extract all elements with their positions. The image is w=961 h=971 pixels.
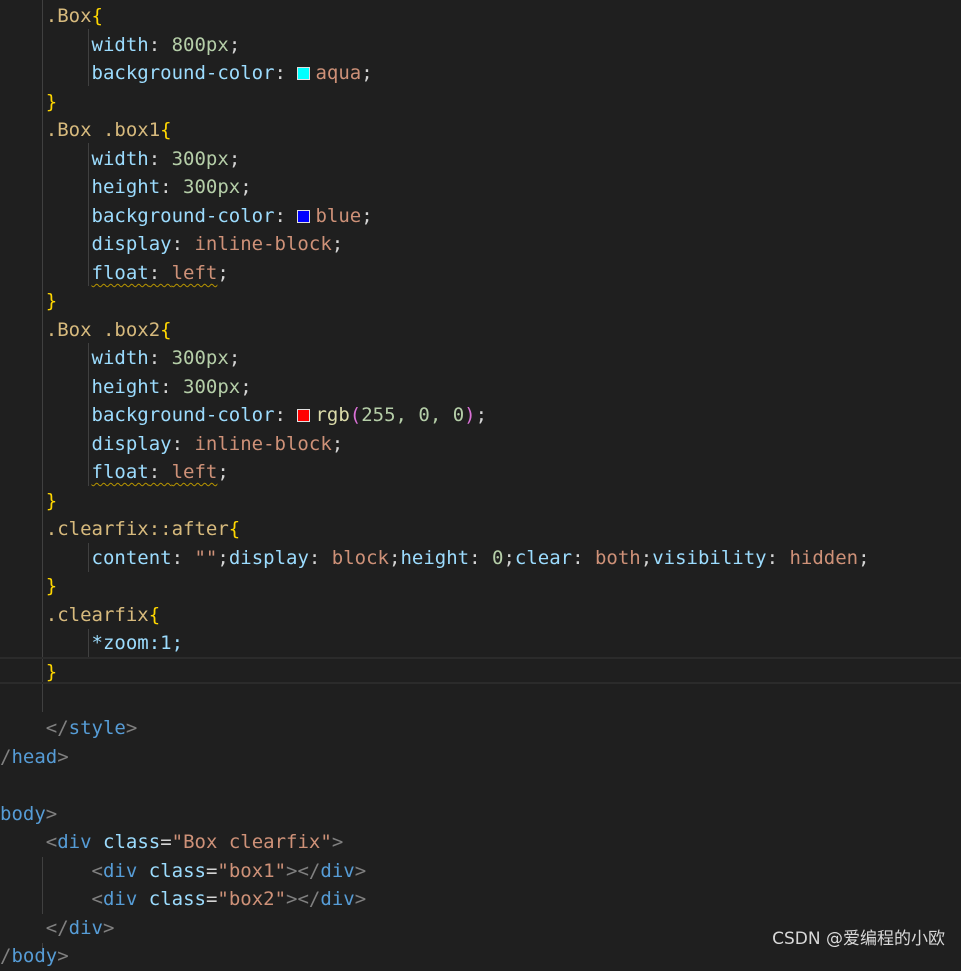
code-line: background-color: rgb(255, 0, 0);: [91, 404, 488, 426]
code-line: .Box .box1{: [45, 119, 172, 141]
code-line: }: [45, 91, 58, 113]
code-line: float: left;: [91, 461, 229, 483]
code-line: content: "";display: block;height: 0;cle…: [91, 547, 870, 569]
code-line: background-color: blue;: [91, 205, 373, 227]
color-swatch-aqua[interactable]: [297, 67, 311, 80]
watermark: CSDN @爱编程的小欧: [772, 929, 945, 949]
code-line: .Box{: [45, 5, 103, 27]
color-swatch-blue[interactable]: [297, 210, 311, 223]
code-line: width: 800px;: [91, 34, 241, 56]
code-line: <div class="box2"></div>: [91, 888, 367, 910]
css-selector: .clearfix: [45, 604, 149, 626]
code-line: }: [45, 490, 58, 512]
code-line: display: inline-block;: [91, 233, 344, 255]
code-line: }: [45, 575, 58, 597]
code-line: display: inline-block;: [91, 433, 344, 455]
css-selector: .Box .box2: [45, 319, 161, 341]
code-line: body>: [0, 803, 58, 825]
code-line: /head>: [0, 746, 69, 768]
css-selector: .clearfix::after: [45, 518, 229, 540]
code-line: .Box .box2{: [45, 319, 172, 341]
code-line: background-color: aqua;: [91, 62, 373, 84]
code-line: <div class="Box clearfix">: [45, 831, 344, 853]
color-swatch-red[interactable]: [297, 409, 311, 422]
code-line: height: 300px;: [91, 176, 252, 198]
css-selector: .Box .box1: [45, 119, 161, 141]
code-editor[interactable]: .Box{ width: 800px; background-color: aq…: [0, 0, 961, 967]
code-line: </style>: [45, 717, 138, 739]
code-line: *zoom:1;: [91, 632, 184, 654]
code-line: float: left;: [91, 262, 229, 284]
code-line-current: }: [45, 661, 58, 683]
code-line: <div class="box1"></div>: [91, 860, 367, 882]
code-line: width: 300px;: [91, 347, 241, 369]
code-line: height: 300px;: [91, 376, 252, 398]
code-line: }: [45, 290, 58, 312]
code-line: width: 300px;: [91, 148, 241, 170]
css-selector: .Box: [45, 5, 92, 27]
code-line: .clearfix::after{: [45, 518, 241, 540]
code-line: .clearfix{: [45, 604, 161, 626]
